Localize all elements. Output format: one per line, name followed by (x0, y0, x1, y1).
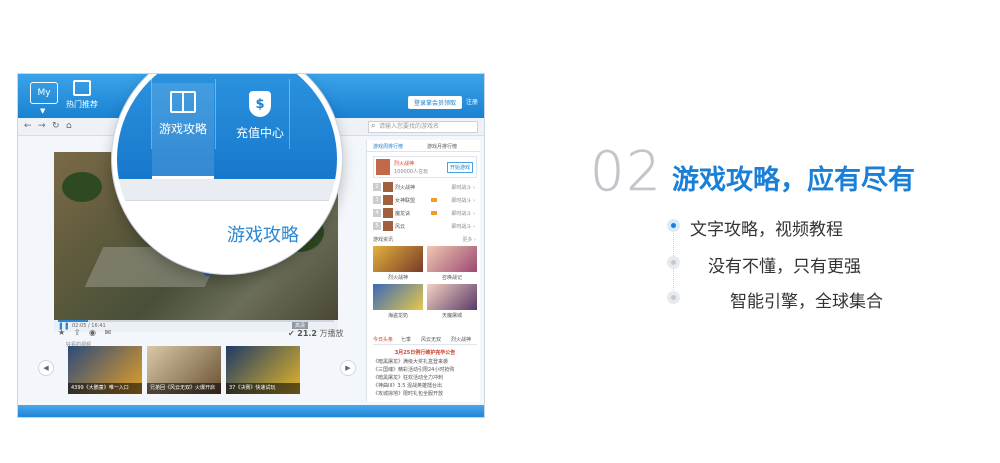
chevron-down-icon[interactable]: ▼ (40, 107, 45, 115)
section-title: 游戏资讯 (373, 237, 394, 243)
feature-text: 文字攻略，视频教程 (690, 220, 843, 240)
tab-weekly[interactable]: 游戏周排行榜 (373, 143, 403, 150)
video-thumbnail-row: ◀ 4399《大鹏童》唯一入口 兄弟回《风云无双》火爆开启 37《决赛》快速试玩… (38, 346, 358, 396)
dot-icon (667, 256, 680, 269)
thumbnail-caption: 37《决赛》快速试玩 (226, 383, 300, 394)
game-icon (383, 208, 393, 218)
feature-text: 智能引擎，全球集合 (730, 292, 883, 312)
home-icon[interactable]: ⌂ (66, 121, 72, 131)
nav-item-hot[interactable]: 热门推荐 (62, 80, 102, 110)
game-picture[interactable] (427, 284, 477, 310)
game-picture[interactable] (373, 284, 423, 310)
zoomed-toolbar (117, 179, 337, 201)
share-bar: ★ ⇪ ◉ ✉ (58, 328, 117, 337)
divider (215, 79, 216, 149)
tab-monthly[interactable]: 游戏月排行榜 (427, 143, 457, 150)
game-picture[interactable] (427, 246, 477, 272)
ranking-row[interactable]: 3 女神联盟 即时战斗 › (373, 195, 477, 205)
feature-list: 文字攻略，视频教程 没有不懂，只有更强 智能引擎，全球集合 (666, 210, 966, 320)
game-icon (383, 195, 393, 205)
zoomed-page-title: 游戏攻略 (227, 225, 299, 246)
video-thumbnail[interactable]: 兄弟回《风云无双》火爆开启 (147, 346, 221, 394)
search-input[interactable]: 请输入您要找的游戏名 (368, 121, 478, 133)
tab-headline[interactable]: 今日头条 (373, 336, 393, 343)
ranking-tabs: 游戏周排行榜 游戏月排行榜 (367, 140, 480, 152)
picture-caption: 天魔屠城 (441, 313, 462, 319)
status-bar (18, 405, 484, 417)
section-title: 游戏攻略，应有尽有 (672, 165, 915, 196)
game-picture[interactable] (373, 246, 423, 272)
picture-caption: 召唤战记 (441, 275, 462, 281)
next-arrow-icon[interactable]: ▶ (340, 360, 356, 376)
ranking-top-item[interactable]: 烈火战神 100000人在玩 开始游戏 (373, 156, 477, 178)
right-panel: 游戏周排行榜 游戏月排行榜 烈火战神 100000人在玩 开始游戏 2 烈火战神… (366, 140, 480, 402)
video-thumbnail[interactable]: 37《决赛》快速试玩 (226, 346, 300, 394)
news-headline[interactable]: 3月25日例行维护完毕公告 (373, 349, 477, 356)
news-item[interactable]: 《暗黑屠龙》狂欢活动全力冲刺 (373, 374, 477, 381)
more-link[interactable]: 更多 › (462, 236, 476, 243)
login-button[interactable]: 登录掌会员领取 (407, 96, 462, 109)
ranking-row[interactable]: 2 烈火战神 即时战斗 › (373, 182, 477, 192)
zoomed-nav-bar (117, 74, 337, 179)
ranking-row[interactable]: 5 风云 即时战斗 › (373, 221, 477, 231)
register-link[interactable]: 注册 (466, 97, 478, 106)
game-avatar (376, 159, 390, 175)
nav-item-game-guide[interactable]: 游戏攻略 (152, 91, 214, 137)
ranking-row[interactable]: 4 魔龙诀 即时战斗 › (373, 208, 477, 218)
nav-item-label: 充值中心 (235, 126, 284, 140)
app-logo[interactable]: My (30, 82, 58, 104)
dot-icon (667, 291, 680, 304)
hot-badge (431, 198, 437, 202)
section-number: 02 (590, 140, 663, 204)
back-icon[interactable]: ← (24, 121, 32, 131)
picture-caption: 海盗龙奶 (387, 313, 408, 319)
check-icon: ✔ (288, 329, 295, 338)
chat-icon[interactable]: ✉ (105, 328, 112, 337)
view-count: ✔ 21.2 万播放 (288, 329, 344, 338)
news-item[interactable]: 《神曲III》3.5 混战英雄擂台出 (373, 382, 477, 389)
news-tabs: 今日头条 七季 风云无双 烈火战神 (373, 335, 477, 345)
news-item[interactable]: 《暗黑屠龙》满级大奖礼盒登来袭 (373, 358, 477, 365)
tab-news[interactable]: 七季 (401, 336, 411, 343)
hot-badge (431, 211, 437, 215)
feature-text: 没有不懂，只有更强 (708, 257, 861, 277)
nav-item-label: 游戏攻略 (158, 122, 207, 136)
money-bag-icon: $ (249, 91, 271, 117)
player-count: 100000人在玩 (394, 169, 429, 175)
start-game-button[interactable]: 开始游戏 (446, 162, 473, 173)
scene-tree (62, 172, 102, 202)
news-item[interactable]: 《三国魂》精彩活动引限24小时抢购 (373, 366, 477, 373)
news-item[interactable]: 《攻城掠地》限时礼包全服开放 (373, 390, 477, 397)
forward-icon[interactable]: → (38, 121, 46, 131)
prev-arrow-icon[interactable]: ◀ (38, 360, 54, 376)
video-thumbnail[interactable]: 4399《大鹏童》唯一入口 (68, 346, 142, 394)
tab-news[interactable]: 烈火战神 (451, 336, 471, 343)
refresh-icon[interactable]: ↻ (52, 121, 60, 131)
active-dot-icon (667, 219, 680, 232)
app-window: My ▼ 热门推荐 登录掌会员领取 注册 ← → ↻ ⌂ 请输入您要找的游戏名 … (17, 73, 485, 418)
game-icon (383, 182, 393, 192)
thumbnail-caption: 兄弟回《风云无双》火爆开启 (147, 383, 221, 394)
tab-news[interactable]: 风云无双 (421, 336, 441, 343)
book-icon (170, 91, 196, 113)
nav-item-label: 热门推荐 (66, 100, 98, 109)
share-icon[interactable]: ⇪ (74, 328, 81, 337)
star-icon[interactable]: ★ (58, 328, 65, 337)
picture-caption: 烈火战神 (387, 275, 408, 281)
game-name: 烈火战神 (394, 161, 415, 167)
game-icon (383, 221, 393, 231)
nav-item-recharge[interactable]: $ 充值中心 (229, 91, 291, 141)
weibo-icon[interactable]: ◉ (89, 328, 96, 337)
thumbnail-caption: 4399《大鹏童》唯一入口 (68, 383, 142, 394)
grid-icon (73, 80, 91, 96)
